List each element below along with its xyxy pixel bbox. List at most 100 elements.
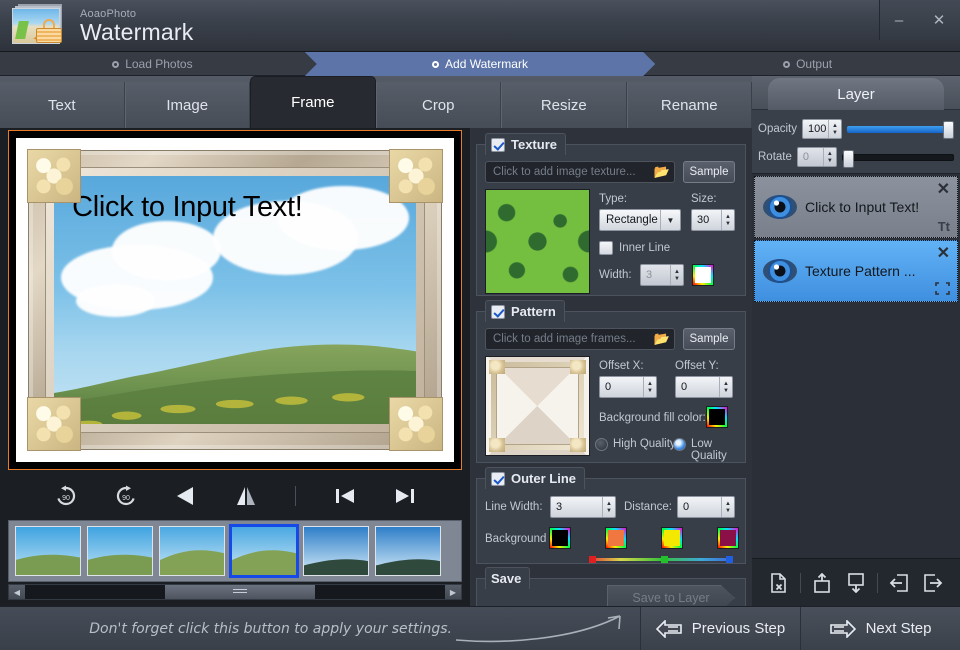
line-width-label: Line Width: <box>485 501 543 513</box>
layer-item-texture-pattern[interactable]: Texture Pattern ... ✕ <box>754 240 958 302</box>
step-dot-icon <box>112 61 119 68</box>
watermark-text-overlay[interactable]: Click to Input Text! <box>72 191 302 224</box>
distance-stepper[interactable]: 0 ▲▼ <box>677 496 735 518</box>
rotate-left-90-icon[interactable]: 90 <box>49 479 83 513</box>
outer-color-swatch-2[interactable] <box>605 527 627 549</box>
inner-line-color-swatch[interactable] <box>692 264 714 286</box>
scroll-left-icon[interactable]: ◀ <box>9 585 25 599</box>
open-folder-icon[interactable]: 📂 <box>652 331 672 348</box>
tab-rename[interactable]: Rename <box>627 82 753 128</box>
toolbar-divider <box>877 573 878 593</box>
step-add-watermark[interactable]: Add Watermark <box>305 52 655 76</box>
pattern-group-header[interactable]: Pattern <box>485 300 565 322</box>
open-folder-icon[interactable]: 📂 <box>652 164 672 181</box>
inner-line-checkbox[interactable] <box>599 241 613 255</box>
scroll-right-icon[interactable]: ▶ <box>445 585 461 599</box>
thumbnail-item[interactable] <box>159 526 225 576</box>
texture-preview-swatch[interactable] <box>485 189 590 294</box>
previous-step-label: Previous Step <box>692 620 785 637</box>
export-layer-icon[interactable] <box>920 570 946 596</box>
texture-sample-button[interactable]: Sample <box>683 161 735 183</box>
layer-visibility-eye-icon[interactable] <box>761 190 799 224</box>
pattern-sample-button[interactable]: Sample <box>683 328 735 350</box>
rotate-stepper[interactable]: 0 ▲▼ <box>797 147 837 167</box>
layer-visibility-eye-icon[interactable] <box>761 254 799 288</box>
texture-path-input[interactable]: Click to add image texture... 📂 <box>485 161 675 183</box>
low-quality-radio[interactable] <box>673 438 686 451</box>
scrollbar-thumb[interactable] <box>165 585 315 599</box>
image-preview[interactable]: Click to Input Text! <box>8 130 462 470</box>
gradient-stop-3[interactable] <box>726 556 733 563</box>
rotate-label: Rotate <box>758 151 792 163</box>
offset-y-stepper[interactable]: 0 ▲▼ <box>675 376 733 398</box>
distance-label: Distance: <box>624 501 672 513</box>
move-layer-down-icon[interactable] <box>843 570 869 596</box>
distance-value: 0 <box>683 501 689 513</box>
brand-title: Watermark <box>80 19 193 46</box>
arrow-left-icon <box>656 620 682 638</box>
tab-image[interactable]: Image <box>125 82 251 128</box>
tab-resize[interactable]: Resize <box>501 82 627 128</box>
layer-delete-icon[interactable]: ✕ <box>937 246 950 262</box>
svg-text:90: 90 <box>122 495 130 502</box>
texture-type-select[interactable]: Rectangle ▼ <box>599 209 681 231</box>
title-bar: ✦ AoaoPhoto Watermark – ✕ <box>0 0 960 52</box>
outer-color-swatch-1[interactable] <box>549 527 571 549</box>
step-dot-icon <box>783 61 790 68</box>
background-fill-swatch[interactable] <box>706 406 728 428</box>
layer-item-text[interactable]: Click to Input Text! ✕ Tt <box>754 176 958 238</box>
gradient-stop-1[interactable] <box>589 556 596 563</box>
thumbnail-item[interactable] <box>15 526 81 576</box>
color-gradient-slider[interactable] <box>589 553 733 563</box>
step-load-photos[interactable]: Load Photos <box>0 52 305 76</box>
texture-group-header[interactable]: Texture <box>485 133 566 155</box>
photo-canvas: Click to Input Text! <box>54 176 416 424</box>
import-layer-icon[interactable] <box>886 570 912 596</box>
move-layer-up-icon[interactable] <box>809 570 835 596</box>
bottom-bar: Don't forget click this button to apply … <box>0 606 960 650</box>
texture-size-stepper[interactable]: 30 ▲▼ <box>691 209 735 231</box>
tab-frame[interactable]: Frame <box>250 76 376 128</box>
next-image-icon[interactable] <box>388 479 422 513</box>
line-width-stepper[interactable]: 3 ▲▼ <box>550 496 616 518</box>
pattern-path-placeholder: Click to add image frames... <box>493 333 636 345</box>
previous-image-icon[interactable] <box>328 479 362 513</box>
opacity-slider[interactable] <box>847 126 954 133</box>
rotate-slider-knob[interactable] <box>843 150 854 168</box>
next-step-button[interactable]: Next Step <box>800 607 960 650</box>
pattern-path-input[interactable]: Click to add image frames... 📂 <box>485 328 675 350</box>
layer-delete-icon[interactable]: ✕ <box>937 182 950 198</box>
tab-crop[interactable]: Crop <box>376 82 502 128</box>
thumbnail-scrollbar[interactable]: ◀ ▶ <box>8 584 462 600</box>
outer-line-enable-checkbox[interactable] <box>491 472 505 486</box>
opacity-stepper[interactable]: 100 ▲▼ <box>802 119 842 139</box>
toolbar-divider <box>295 486 296 506</box>
pattern-enable-checkbox[interactable] <box>491 305 505 319</box>
high-quality-radio[interactable] <box>595 438 608 451</box>
thumbnail-item-selected[interactable] <box>231 526 297 576</box>
thumbnail-item[interactable] <box>87 526 153 576</box>
flip-horizontal-icon[interactable] <box>229 479 263 513</box>
previous-step-button[interactable]: Previous Step <box>640 607 800 650</box>
pattern-preview-swatch[interactable] <box>485 356 590 456</box>
opacity-slider-knob[interactable] <box>943 121 954 139</box>
thumbnail-item[interactable] <box>375 526 441 576</box>
close-button[interactable]: ✕ <box>918 0 960 40</box>
step-output[interactable]: Output <box>655 52 960 76</box>
outer-line-group-header[interactable]: Outer Line <box>485 467 585 489</box>
rotate-slider[interactable] <box>842 154 954 161</box>
outer-color-swatch-4[interactable] <box>717 527 739 549</box>
texture-enable-checkbox[interactable] <box>491 138 505 152</box>
arrow-right-icon <box>830 620 856 638</box>
outer-color-swatch-3[interactable] <box>661 527 683 549</box>
offset-x-stepper[interactable]: 0 ▲▼ <box>599 376 657 398</box>
delete-layer-icon[interactable] <box>766 570 792 596</box>
rotate-right-90-icon[interactable]: 90 <box>109 479 143 513</box>
minimize-button[interactable]: – <box>880 0 918 40</box>
frame-layer-type-icon <box>935 282 950 297</box>
texture-width-stepper[interactable]: 3 ▲▼ <box>640 264 684 286</box>
flip-vertical-icon[interactable] <box>169 479 203 513</box>
thumbnail-item[interactable] <box>303 526 369 576</box>
tab-text[interactable]: Text <box>0 82 125 128</box>
gradient-stop-2[interactable] <box>661 556 668 563</box>
